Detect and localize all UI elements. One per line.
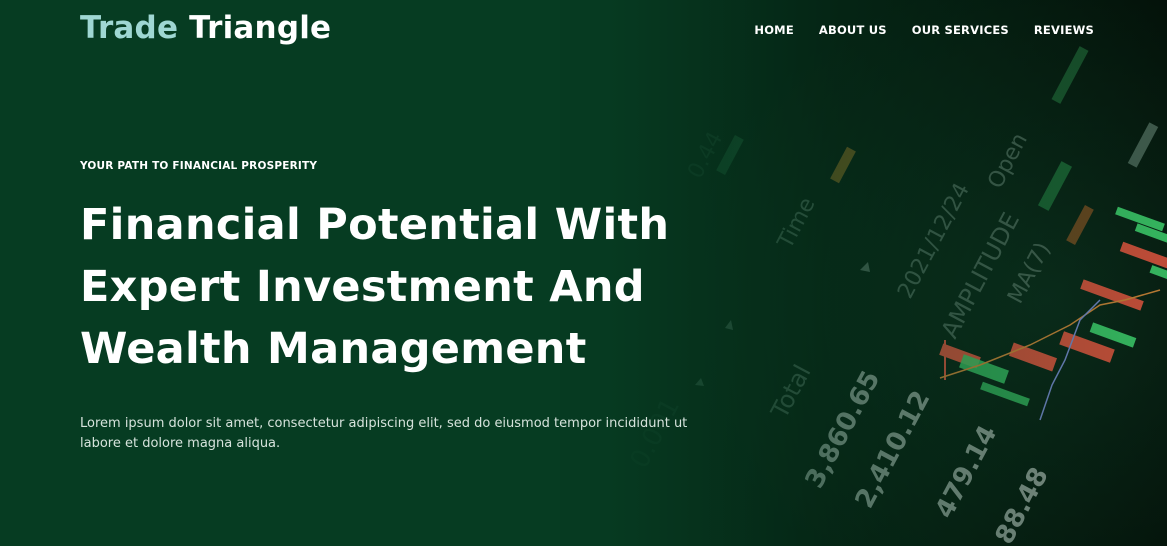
brand-word-triangle: Triangle xyxy=(189,10,332,46)
nav-link-home[interactable]: HOME xyxy=(754,23,794,37)
menu-item-reviews: REVIEWS xyxy=(1034,19,1094,39)
menu-item-about-us: ABOUT US xyxy=(819,19,887,39)
menu-item-home: HOME xyxy=(754,19,794,39)
top-navigation: Trade Triangle HOME ABOUT US OUR SERVICE… xyxy=(0,0,1167,56)
hero-description: Lorem ipsum dolor sit amet, consectetur … xyxy=(80,416,688,451)
headline-line-1: Financial Potential With xyxy=(80,200,670,250)
hero-content: YOUR PATH TO FINANCIAL PROSPERITY Financ… xyxy=(80,160,740,454)
nav-link-reviews[interactable]: REVIEWS xyxy=(1034,23,1094,37)
headline-line-2: Expert Investment And xyxy=(80,262,645,312)
brand-word-trade: Trade xyxy=(80,10,179,46)
main-menu: HOME ABOUT US OUR SERVICES REVIEWS xyxy=(754,19,1094,39)
hero-headline: Financial Potential With Expert Investme… xyxy=(80,194,740,380)
headline-line-3: Wealth Management xyxy=(80,324,587,374)
hero-eyebrow: YOUR PATH TO FINANCIAL PROSPERITY xyxy=(80,160,318,172)
menu-item-our-services: OUR SERVICES xyxy=(912,19,1009,39)
nav-link-about-us[interactable]: ABOUT US xyxy=(819,23,887,37)
nav-link-our-services[interactable]: OUR SERVICES xyxy=(912,23,1009,37)
brand-logo[interactable]: Trade Triangle xyxy=(80,8,331,48)
